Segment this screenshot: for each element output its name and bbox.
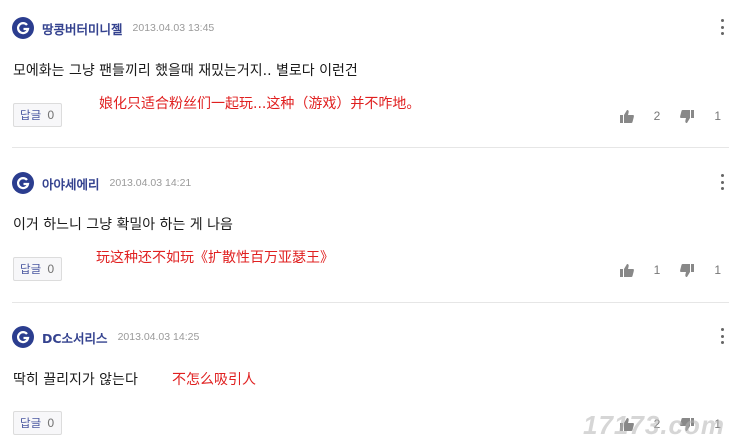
reply-label: 답글	[20, 262, 42, 276]
comment-header: 땅콩버터미니젤 2013.04.03 13:45	[12, 15, 214, 41]
avatar-g-icon[interactable]	[12, 172, 34, 194]
comment-text: 모에화는 그냥 팬들끼리 했을때 재밌는거지.. 별로다 이런건	[13, 63, 358, 79]
dislike-count: 1	[714, 263, 721, 277]
timestamp: 2013.04.03 13:45	[132, 22, 215, 34]
reply-count: 0	[47, 416, 55, 430]
dislike-count: 1	[714, 109, 721, 123]
vote-bar: 2 1	[619, 106, 721, 126]
author-name[interactable]: 땅콩버터미니젤	[42, 19, 123, 38]
like-count: 2	[653, 417, 661, 431]
author-name[interactable]: DC소서리스	[42, 328, 108, 347]
vote-bar: 2 1	[619, 414, 721, 434]
vote-bar: 1 1	[619, 260, 721, 280]
divider	[12, 302, 729, 303]
like-count: 2	[653, 109, 661, 123]
thumbs-up-icon[interactable]	[619, 109, 634, 123]
more-vertical-icon[interactable]	[721, 328, 725, 344]
thumbs-down-icon[interactable]	[680, 417, 695, 431]
author-name[interactable]: 아야세에리	[42, 174, 100, 193]
reply-label: 답글	[20, 416, 42, 430]
reply-count: 0	[47, 108, 55, 122]
avatar-g-icon[interactable]	[12, 326, 34, 348]
comment-item: 땅콩버터미니젤 2013.04.03 13:45 모에화는 그냥 팬들끼리 했을…	[0, 15, 739, 145]
reply-button[interactable]: 답글 0	[13, 103, 62, 127]
thumbs-down-icon[interactable]	[680, 263, 695, 277]
like-count: 1	[653, 263, 661, 277]
thumbs-up-icon[interactable]	[619, 263, 634, 277]
comment-item: DC소서리스 2013.04.03 14:25 딱히 끌리지가 않는다 不怎么吸…	[0, 324, 739, 447]
reply-button[interactable]: 답글 0	[13, 411, 62, 435]
translation-annotation: 不怎么吸引人	[172, 372, 256, 388]
more-vertical-icon[interactable]	[721, 174, 725, 190]
divider	[12, 147, 729, 148]
comment-text: 이거 하느니 그냥 확밀아 하는 게 나음	[13, 217, 233, 233]
translation-annotation: 玩这种还不如玩《扩散性百万亚瑟王》	[96, 250, 334, 266]
reply-button[interactable]: 답글 0	[13, 257, 62, 281]
timestamp: 2013.04.03 14:25	[117, 331, 200, 343]
comment-text: 딱히 끌리지가 않는다	[13, 372, 138, 388]
dislike-count: 1	[714, 417, 721, 431]
reply-label: 답글	[20, 108, 42, 122]
avatar-g-icon[interactable]	[12, 17, 34, 39]
comment-item: 아야세에리 2013.04.03 14:21 이거 하느니 그냥 확밀아 하는 …	[0, 170, 739, 295]
comment-header: DC소서리스 2013.04.03 14:25	[12, 324, 199, 350]
reply-count: 0	[47, 262, 55, 276]
translation-annotation: 娘化只适合粉丝们一起玩...这种（游戏）并不咋地。	[99, 96, 421, 112]
timestamp: 2013.04.03 14:21	[109, 177, 192, 189]
more-vertical-icon[interactable]	[721, 19, 725, 35]
thumbs-down-icon[interactable]	[680, 109, 695, 123]
comment-header: 아야세에리 2013.04.03 14:21	[12, 170, 191, 196]
thumbs-up-icon[interactable]	[619, 417, 634, 431]
